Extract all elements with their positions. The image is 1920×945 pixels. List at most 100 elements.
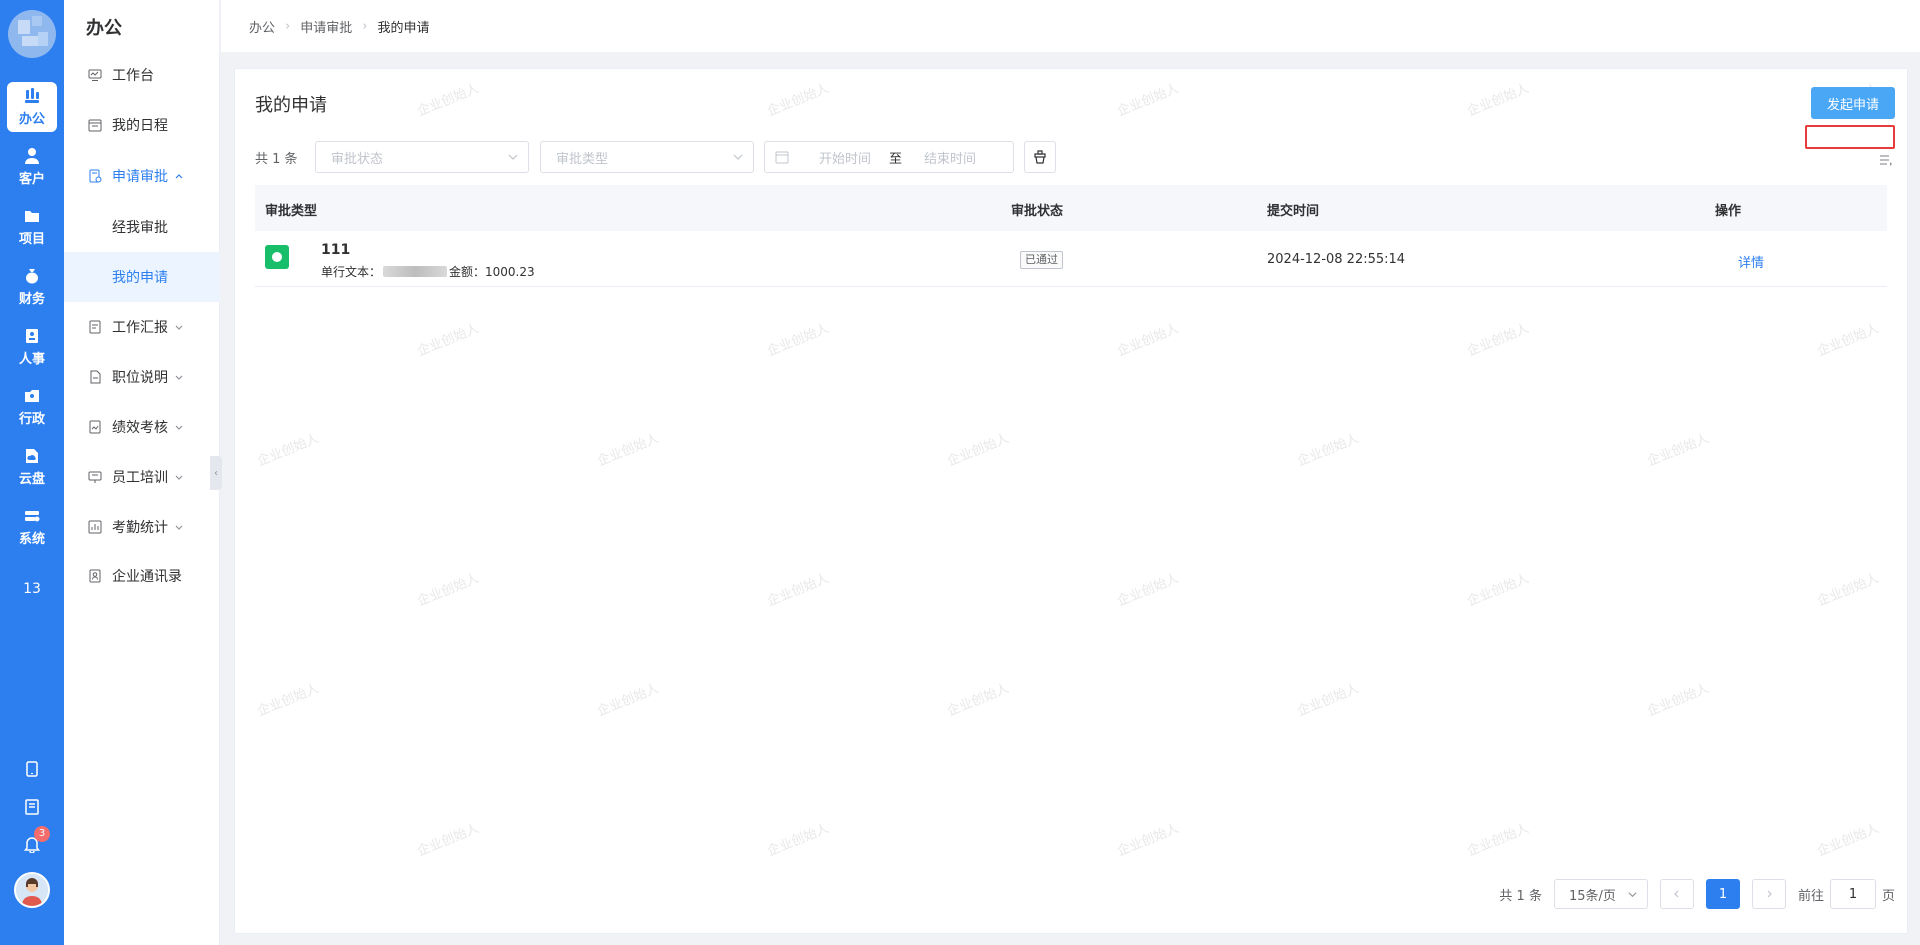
header-time: 提交时间 [1267,204,1320,219]
row-name: 111 [321,242,351,258]
chevron-down-icon [175,525,183,530]
date-range-picker[interactable]: 开始时间 至 结束时间 [764,141,1014,173]
calendar-icon [88,119,102,132]
folder-icon [25,211,39,222]
chevron-up-icon [175,174,183,179]
book-icon[interactable] [20,795,44,819]
document-icon [90,370,101,384]
icon-rail: 办公 客户 项目 财务 人事 行政 云盘 系统 13 3 [0,0,64,945]
page-size-select[interactable]: 15条/页 [1553,879,1648,909]
calendar-icon [775,151,789,164]
approval-type-icon [265,245,289,269]
chevron-down-icon [175,475,183,480]
watermark: 企业创始人 [1465,81,1532,120]
sidebar-item-contacts[interactable]: 企业通讯录 [64,551,220,601]
watermark: 企业创始人 [595,431,662,470]
avatar[interactable] [14,872,50,908]
type-select[interactable]: 审批类型 [540,141,754,173]
briefcase-icon [25,88,39,103]
watermark: 企业创始人 [1115,821,1182,860]
basket-icon [1034,150,1046,164]
rail-number: 13 [23,581,41,597]
sidebar-item-approval[interactable]: 申请审批 [64,151,220,201]
watermark: 企业创始人 [1815,821,1882,860]
watermark: 企业创始人 [945,431,1012,470]
pagination-total: 共 1 条 [1499,888,1542,904]
breadcrumb-current: 我的申请 [377,20,430,36]
phone-icon[interactable] [20,757,44,781]
clear-filter-button[interactable] [1024,141,1056,173]
new-application-button[interactable]: 发起申请 [1811,87,1895,119]
detail-link[interactable]: 详情 [1738,252,1764,271]
chevron-right-icon: › [285,18,291,34]
column-settings-icon[interactable] [1879,153,1893,167]
sidebar-item-my-applications[interactable]: 我的申请 [64,252,220,302]
watermark: 企业创始人 [1115,571,1182,610]
sidebar-item-work-report[interactable]: 工作汇报 [64,302,220,352]
watermark: 企业创始人 [1295,431,1362,470]
sidebar-item-job-description[interactable]: 职位说明 [64,352,220,402]
sidebar: 办公 工作台 我的日程 申请审批 经我审批 我的申请 工作汇报 职位说明 绩效考… [64,0,220,945]
row-description: 单行文本： 金额：1000.23 [321,265,535,279]
breadcrumb-item[interactable]: 办公 [249,17,275,36]
id-card-icon [26,329,38,343]
contacts-icon [89,569,101,583]
chevron-left-icon [1674,890,1679,898]
breadcrumb-item[interactable]: 申请审批 [300,17,352,36]
user-icon [25,148,39,164]
rail-item-hr[interactable]: 人事 [7,322,57,372]
report-icon [89,320,101,334]
watermark: 企业创始人 [765,321,832,360]
sidebar-item-schedule[interactable]: 我的日程 [64,100,220,150]
header-status: 审批状态 [1011,204,1064,219]
sidebar-item-performance[interactable]: 绩效考核 [64,402,220,452]
chevron-down-icon [1628,892,1637,898]
rail-item-finance[interactable]: 财务 [7,262,57,312]
page-suffix: 页 [1881,888,1895,904]
watermark: 企业创始人 [1115,321,1182,360]
watermark: 企业创始人 [1815,321,1882,360]
rail-item-cloud[interactable]: 云盘 [7,442,57,492]
watermark: 企业创始人 [415,571,482,610]
sidebar-item-workbench[interactable]: 工作台 [64,50,220,100]
cloud-icon [26,449,38,463]
watermark: 企业创始人 [1295,681,1362,720]
watermark: 企业创始人 [1645,681,1712,720]
highlight-box [1805,125,1895,149]
chevron-down-icon [175,325,183,330]
rail-item-admin[interactable]: 行政 [7,382,57,432]
logo [8,10,56,58]
chevron-down-icon [175,375,183,380]
next-page-button[interactable] [1751,879,1786,909]
watermark: 企业创始人 [1815,571,1882,610]
admin-icon [25,390,39,402]
rail-item-system[interactable]: 系统 [7,502,57,552]
watermark: 企业创始人 [1115,81,1182,120]
bell-icon[interactable]: 3 [20,826,50,856]
watermark: 企业创始人 [945,681,1012,720]
main-card: 企业创始人 企业创始人 企业创始人 企业创始人 企业创始人 企业创始人 企业创始… [234,68,1908,934]
sidebar-item-attendance[interactable]: 考勤统计 [64,502,220,552]
end-date-input[interactable]: 结束时间 [924,148,976,167]
sidebar-title: 办公 [86,18,122,39]
sidebar-item-approved-by-me[interactable]: 经我审批 [64,202,220,252]
page-number-button[interactable]: 1 [1705,879,1740,909]
status-select[interactable]: 审批状态 [315,141,529,173]
sidebar-item-training[interactable]: 员工培训 [64,452,220,502]
page-title: 我的申请 [255,95,327,116]
goto-page-input[interactable] [1829,879,1876,909]
rail-item-project[interactable]: 项目 [7,202,57,252]
watermark: 企业创始人 [415,821,482,860]
rail-item-office[interactable]: 办公 [7,82,57,132]
redacted-text [383,266,448,277]
start-date-input[interactable]: 开始时间 [819,148,881,167]
sidebar-collapse-handle[interactable]: ‹ [210,456,222,490]
table-row[interactable]: 111 单行文本： 金额：1000.23 已通过 2024-12-08 22:5… [255,231,1887,287]
chevron-right-icon: › [362,18,368,34]
prev-page-button[interactable] [1659,879,1694,909]
training-icon [88,471,102,483]
monitor-icon [88,69,102,81]
rail-item-customer[interactable]: 客户 [7,142,57,192]
submit-time: 2024-12-08 22:55:14 [1267,252,1406,267]
breadcrumb: 办公 › 申请审批 › 我的申请 [221,0,1920,52]
